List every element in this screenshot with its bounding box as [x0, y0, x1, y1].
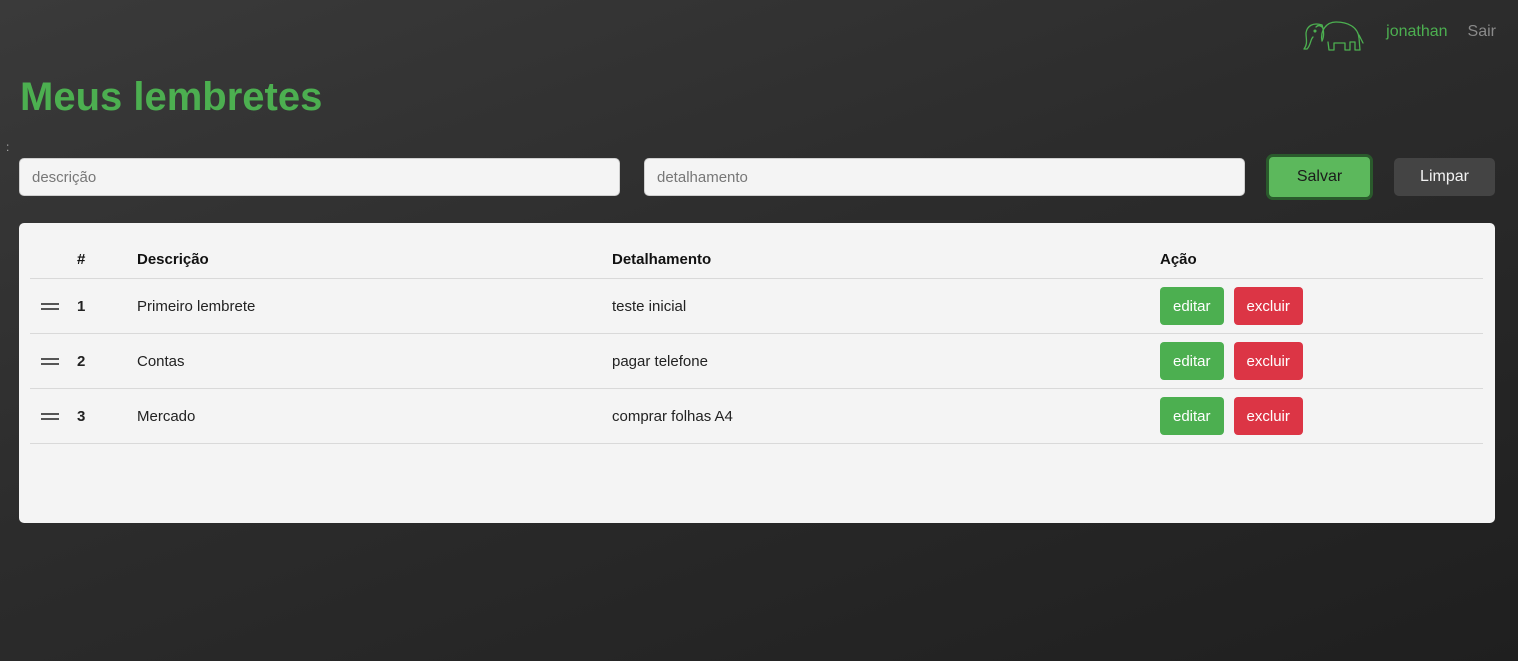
row-number: 2 [77, 333, 137, 389]
row-description: Mercado [137, 388, 612, 444]
row-description: Primeiro lembrete [137, 278, 612, 334]
table-row: 3 Mercado comprar folhas A4 editar exclui… [30, 388, 1483, 444]
drag-handle-icon[interactable] [41, 300, 59, 313]
detail-input[interactable] [644, 158, 1245, 196]
username-link[interactable]: jonathan [1386, 23, 1447, 41]
table-row: 1 Primeiro lembrete teste inicial editar… [30, 278, 1483, 334]
header-detail: Detalhamento [612, 240, 1160, 279]
row-actions: editar excluir [1160, 333, 1483, 389]
save-button[interactable]: Salvar [1266, 154, 1373, 200]
reminders-table: # Descrição Detalhamento Ação 1 Primeiro… [30, 240, 1483, 444]
table-row: 2 Contas pagar telefone editar excluir [30, 333, 1483, 389]
edit-button[interactable]: editar [1160, 397, 1224, 435]
row-actions: editar excluir [1160, 278, 1483, 334]
row-actions: editar excluir [1160, 388, 1483, 444]
header-description: Descrição [137, 240, 612, 279]
table-header-row: # Descrição Detalhamento Ação [30, 240, 1483, 279]
clear-button[interactable]: Limpar [1394, 158, 1495, 196]
top-nav: jonathan Sair [1300, 10, 1496, 54]
delete-button[interactable]: excluir [1233, 342, 1303, 380]
header-drag [30, 240, 77, 279]
description-input[interactable] [19, 158, 620, 196]
delete-button[interactable]: excluir [1233, 397, 1303, 435]
reminders-card: # Descrição Detalhamento Ação 1 Primeiro… [19, 223, 1495, 523]
delete-button[interactable]: excluir [1233, 287, 1303, 325]
row-number: 3 [77, 388, 137, 444]
reminder-form: Salvar Limpar [19, 154, 1495, 200]
page-title: Meus lembretes [20, 75, 323, 119]
edit-button[interactable]: editar [1160, 287, 1224, 325]
row-description: Contas [137, 333, 612, 389]
row-detail: comprar folhas A4 [612, 388, 1160, 444]
edit-button[interactable]: editar [1160, 342, 1224, 380]
logout-link[interactable]: Sair [1468, 23, 1496, 41]
row-number: 1 [77, 278, 137, 334]
drag-handle-icon[interactable] [41, 410, 59, 423]
row-detail: teste inicial [612, 278, 1160, 334]
header-num: # [77, 240, 137, 279]
drag-handle-icon[interactable] [41, 355, 59, 368]
stray-mark: : [6, 140, 10, 154]
header-action: Ação [1160, 240, 1483, 279]
elephant-icon[interactable] [1300, 11, 1364, 53]
row-detail: pagar telefone [612, 333, 1160, 389]
